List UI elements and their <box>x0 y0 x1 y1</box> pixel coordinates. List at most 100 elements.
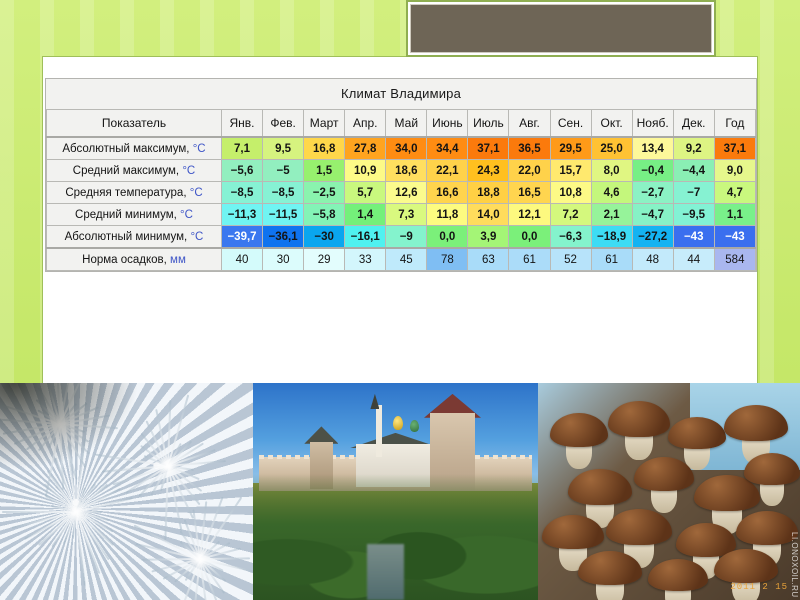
cell-r5-c9: 61 <box>590 247 633 271</box>
climate-table: Климат Владимира Показатель Янв. Фев. Март… <box>46 79 757 271</box>
cell-r4-c7: 0,0 <box>508 225 551 249</box>
river <box>367 543 405 600</box>
header-month-9: Окт. <box>590 109 633 138</box>
table-head: Показатель Янв. Фев. Март Апр. Май Июнь Июль Ав… <box>46 109 757 138</box>
cell-r3-c9: 2,1 <box>590 203 633 226</box>
cell-r5-c0: 40 <box>220 247 264 271</box>
cell-r3-c7: 12,1 <box>508 203 551 226</box>
row-label-1: Средний максимум, °C <box>46 159 222 182</box>
cell-r2-c1: −8,5 <box>262 181 305 204</box>
header-month-4: Май <box>385 109 428 138</box>
header-month-2: Март <box>303 109 346 138</box>
table-body: Абсолютный максимум, °C 7,1 9,5 16,8 27,8 34,… <box>46 136 757 271</box>
header-month-11: Дек. <box>672 109 715 138</box>
cell-r0-c2: 16,8 <box>303 136 346 160</box>
cell-r1-c1: −5 <box>262 159 305 182</box>
cell-r0-c12: 37,1 <box>713 136 757 160</box>
gold-dome-icon <box>392 415 403 430</box>
cell-r2-c7: 16,5 <box>508 181 551 204</box>
cell-r3-c1: −11,5 <box>262 203 305 226</box>
table-row: Средний минимум, °C −11,3 −11,5 −5,8 1,4 7,3 1… <box>46 203 757 226</box>
vladimir-monastery-photo <box>253 383 538 600</box>
table-header-row: Показатель Янв. Фев. Март Апр. Май Июнь Июль Ав… <box>46 109 757 138</box>
cell-r0-c7: 36,5 <box>508 136 551 160</box>
table-row: Норма осадков, мм 40 30 29 33 45 78 63 61 52 61 48 4… <box>46 247 757 271</box>
row-label-3: Средний минимум, °C <box>46 203 222 226</box>
cell-r2-c12: 4,7 <box>713 181 757 204</box>
header-month-0: Янв. <box>220 109 264 138</box>
row-label-0: Абсолютный максимум, °C <box>46 136 222 160</box>
cell-r1-c3: 10,9 <box>344 159 387 182</box>
cell-r4-c5: 0,0 <box>426 225 469 249</box>
cell-r0-c6: 37,1 <box>467 136 510 160</box>
cell-r3-c0: −11,3 <box>220 203 264 226</box>
cell-r4-c0: −39,7 <box>220 225 264 249</box>
placeholder-image <box>410 4 712 53</box>
cell-r4-c2: −30 <box>303 225 346 249</box>
row-label-unit: °C <box>180 208 193 221</box>
cell-r1-c5: 22,1 <box>426 159 469 182</box>
cell-r5-c12: 584 <box>713 247 757 271</box>
green-dome-icon <box>409 419 419 432</box>
mushrooms-photo: LI.ONOXOIL.RU 2011 2 15 <box>538 383 800 600</box>
header-param: Показатель <box>46 109 222 138</box>
cell-r0-c5: 34,4 <box>426 136 469 160</box>
cell-r4-c1: −36,1 <box>262 225 305 249</box>
cell-r3-c5: 11,8 <box>426 203 469 226</box>
cell-r0-c11: 9,2 <box>672 136 715 160</box>
cell-r0-c9: 25,0 <box>590 136 633 160</box>
cell-r1-c4: 18,6 <box>385 159 428 182</box>
frost-vignette <box>0 383 140 470</box>
photo-strip: LI.ONOXOIL.RU 2011 2 15 <box>0 383 800 600</box>
cell-r2-c10: −2,7 <box>631 181 674 204</box>
row-label-unit: °C <box>189 186 203 199</box>
table-row: Средняя температура, °C −8,5 −8,5 −2,5 5,7 12… <box>46 181 757 204</box>
table-title: Климат Владимира <box>46 79 756 109</box>
header-month-6: Июль <box>467 109 510 138</box>
row-label-unit: °C <box>182 164 196 177</box>
cell-r0-c4: 34,0 <box>385 136 428 160</box>
cell-r4-c9: −18,9 <box>590 225 633 249</box>
cell-r1-c11: −4,4 <box>672 159 715 182</box>
cell-r0-c10: 13,4 <box>631 136 674 160</box>
table-row: Средний максимум, °C −5,6 −5 1,5 10,9 18,6 22,… <box>46 159 757 182</box>
photo-datestamp: 2011 2 15 <box>730 582 788 592</box>
climate-table-container: Климат Владимира Показатель Янв. Фев. Март… <box>45 78 757 272</box>
header-month-8: Сен. <box>549 109 592 138</box>
cell-r4-c8: −6,3 <box>549 225 592 249</box>
cell-r2-c5: 16,6 <box>426 181 469 204</box>
cell-r2-c6: 18,8 <box>467 181 510 204</box>
cell-r0-c1: 9,5 <box>262 136 305 160</box>
cell-r5-c3: 33 <box>344 247 387 271</box>
cell-r3-c11: −9,5 <box>672 203 715 226</box>
cell-r2-c8: 10,8 <box>549 181 592 204</box>
cell-r0-c0: 7,1 <box>220 136 264 160</box>
cell-r0-c8: 29,5 <box>549 136 592 160</box>
header-month-3: Апр. <box>344 109 387 138</box>
row-label-text: Средняя температура, <box>65 186 190 199</box>
cell-r5-c6: 63 <box>467 247 510 271</box>
cell-r3-c8: 7,2 <box>549 203 592 226</box>
pine-needle <box>2 511 76 513</box>
cell-r4-c11: −43 <box>672 225 715 249</box>
cell-r4-c3: −16,1 <box>344 225 387 249</box>
row-label-text: Абсолютный минимум, <box>64 230 191 243</box>
cell-r4-c12: −43 <box>713 225 757 249</box>
cell-r3-c10: −4,7 <box>631 203 674 226</box>
cell-r4-c4: −9 <box>385 225 428 249</box>
header-month-12: Год <box>713 109 757 138</box>
cell-r1-c12: 9,0 <box>713 159 757 182</box>
cell-r5-c1: 30 <box>262 247 305 271</box>
cell-r1-c0: −5,6 <box>220 159 264 182</box>
cell-r1-c7: 22,0 <box>508 159 551 182</box>
cell-r5-c2: 29 <box>303 247 346 271</box>
table-row: Абсолютный максимум, °C 7,1 9,5 16,8 27,8 34,… <box>46 136 757 160</box>
cell-r2-c4: 12,6 <box>385 181 428 204</box>
header-month-5: Июнь <box>426 109 469 138</box>
top-image-frame <box>406 0 716 57</box>
cell-r1-c2: 1,5 <box>303 159 346 182</box>
cell-r3-c12: 1,1 <box>713 203 757 226</box>
cell-r3-c3: 1,4 <box>344 203 387 226</box>
cell-r1-c6: 24,3 <box>467 159 510 182</box>
frost-pine-photo <box>0 383 253 600</box>
